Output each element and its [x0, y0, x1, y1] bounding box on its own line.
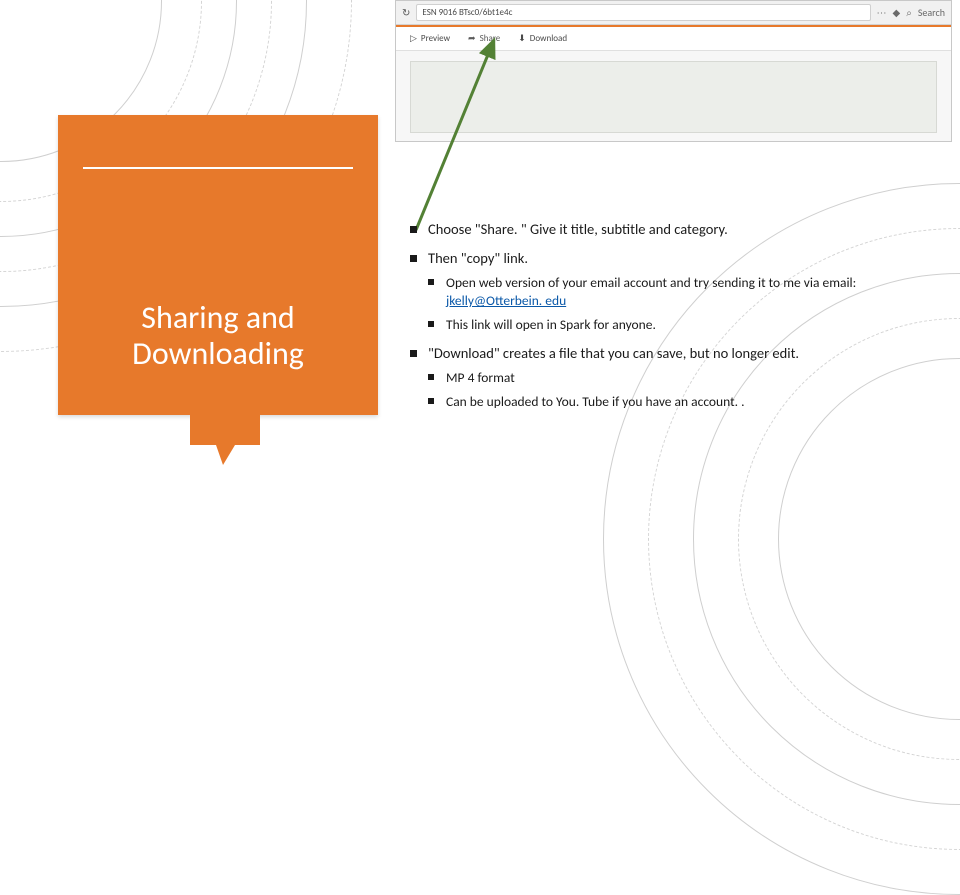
search-icon: ⌕ [906, 6, 912, 19]
share-icon: ➦ [468, 33, 476, 44]
divider [83, 167, 353, 169]
play-icon: ▷ [410, 33, 417, 44]
menu-icon: ⋯ [877, 6, 887, 19]
bullet-copy-link: Then "copy" link. Open web version of yo… [410, 249, 942, 334]
bullet-choose-share: Choose "Share. " Give it title, subtitle… [410, 220, 942, 239]
refresh-icon: ↻ [402, 6, 410, 19]
shield-icon: ◆ [893, 6, 901, 19]
bullet-download: "Download" creates a file that you can s… [410, 344, 942, 411]
callout-pointer [190, 415, 260, 470]
bullet-open-spark: This link will open in Spark for anyone. [428, 316, 942, 334]
download-icon: ⬇ [518, 33, 526, 44]
bullet-content: Choose "Share. " Give it title, subtitle… [410, 220, 942, 420]
url-text: ESN 9016 BTsc0/6bt1e4c [416, 4, 870, 21]
share-tab: ➦Share [468, 33, 500, 44]
app-toolbar: ▷Preview ➦Share ⬇Download [396, 27, 951, 51]
slide-title: Sharing and Downloading [58, 300, 378, 372]
bullet-mp4: MP 4 format [428, 369, 942, 387]
bullet-email: Open web version of your email account a… [428, 274, 942, 310]
download-tab: ⬇Download [518, 33, 567, 44]
work-area [396, 51, 951, 141]
search-label: Search [918, 6, 945, 19]
bullet-youtube: Can be uploaded to You. Tube if you have… [428, 393, 942, 411]
browser-screenshot: ↻ ESN 9016 BTsc0/6bt1e4c ⋯ ◆ ⌕ Search ▷P… [395, 0, 952, 142]
email-link[interactable]: jkelly@Otterbein. edu [446, 292, 566, 309]
address-bar: ↻ ESN 9016 BTsc0/6bt1e4c ⋯ ◆ ⌕ Search [396, 1, 951, 25]
title-card: Sharing and Downloading [58, 115, 378, 415]
preview-tab: ▷Preview [410, 33, 450, 44]
